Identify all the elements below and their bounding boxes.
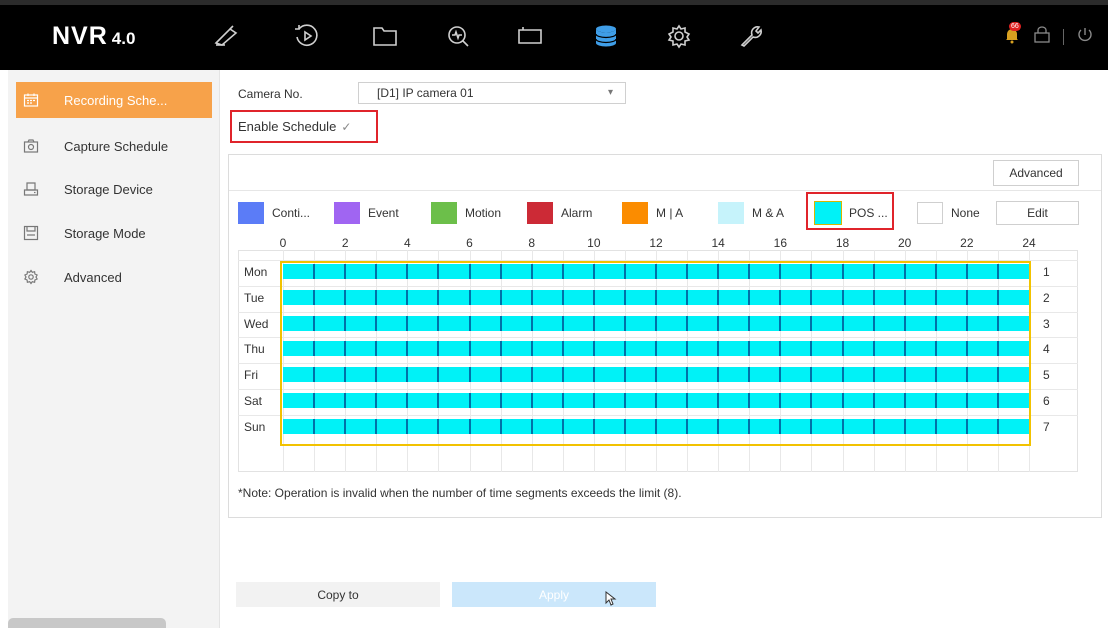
storage-device-icon [22, 180, 40, 198]
camera-no-label: Camera No. [238, 87, 303, 101]
camera-icon [22, 137, 40, 155]
legend-label: M & A [752, 206, 785, 220]
smart-analysis-icon[interactable] [443, 22, 473, 50]
maintenance-icon[interactable] [736, 22, 766, 50]
power-icon[interactable] [1076, 26, 1094, 47]
legend-swatch [431, 202, 457, 224]
sidebar-item-capture-schedule[interactable]: Capture Schedule [16, 128, 212, 164]
brand-logo: NVR 4.0 [52, 22, 136, 50]
legend-m-or-a[interactable]: M | A [622, 200, 683, 226]
legend-none[interactable]: None [917, 200, 980, 226]
sidebar-item-storage-mode[interactable]: Storage Mode [16, 215, 212, 251]
notification-icon[interactable]: 66 [1003, 22, 1021, 47]
hour-label: 12 [649, 236, 663, 250]
hour-label: 24 [1022, 236, 1036, 250]
sidebar-item-label: Recording Sche... [64, 92, 168, 108]
legend-swatch [334, 202, 360, 224]
gear-icon [22, 268, 40, 286]
day-copy-index[interactable]: 4 [1043, 342, 1050, 356]
legend-label: None [951, 206, 980, 220]
sidebar-item-recording-schedule[interactable]: Recording Sche... [16, 82, 212, 118]
day-copy-index[interactable]: 6 [1043, 394, 1050, 408]
hour-label: 6 [466, 236, 473, 250]
hour-label: 10 [587, 236, 601, 250]
legend-m-and-a[interactable]: M & A [718, 200, 784, 226]
day-copy-index[interactable]: 3 [1043, 317, 1050, 331]
day-label: Thu [244, 342, 265, 356]
sidebar-item-label: Capture Schedule [64, 138, 169, 154]
top-navigation-bar: NVR 4.0 66 [0, 0, 1108, 70]
apply-button[interactable]: Apply [452, 582, 656, 607]
divider [1063, 28, 1064, 45]
chevron-down-icon: ▾ [607, 87, 613, 98]
legend-swatch [238, 202, 264, 224]
sidebar: Recording Sche... Capture Schedule Stora… [8, 70, 220, 628]
day-copy-index[interactable]: 7 [1043, 420, 1050, 434]
hour-label: 2 [341, 236, 349, 250]
pos-highlight-frame [806, 192, 894, 230]
top-right-controls: 66 [1003, 22, 1094, 47]
live-view-icon[interactable] [212, 22, 242, 50]
day-copy-index[interactable]: 2 [1043, 291, 1050, 305]
playback-icon[interactable] [292, 22, 322, 50]
legend-label: M | A [656, 206, 684, 220]
enable-schedule-toggle[interactable]: Enable Schedule ✓ [230, 110, 378, 143]
hour-label: 20 [897, 236, 912, 250]
day-label: Mon [244, 265, 268, 279]
legend-swatch [527, 202, 553, 224]
mouse-cursor-icon [605, 591, 617, 606]
notification-badge: 66 [1009, 22, 1021, 31]
calendar-icon [22, 91, 40, 109]
day-label: Tue [244, 291, 265, 305]
hour-label: 22 [960, 236, 974, 250]
legend-motion[interactable]: Motion [431, 200, 501, 226]
sidebar-item-advanced[interactable]: Advanced [16, 259, 212, 295]
hour-label: 8 [528, 236, 535, 250]
file-icon[interactable] [370, 22, 400, 50]
sidebar-item-storage-device[interactable]: Storage Device [16, 171, 212, 207]
storage-icon[interactable] [591, 22, 621, 50]
day-copy-index[interactable]: 5 [1043, 368, 1050, 382]
edit-button[interactable]: Edit [996, 201, 1079, 225]
hour-label: 16 [773, 236, 787, 250]
legend-swatch [718, 202, 744, 224]
top-edge [0, 0, 1108, 5]
sidebar-scrollbar[interactable] [8, 618, 166, 628]
display-icon[interactable] [515, 22, 545, 50]
day-label: Sun [244, 420, 266, 434]
legend-continuous[interactable]: Conti... [238, 200, 310, 226]
day-copy-index[interactable]: 1 [1043, 265, 1050, 279]
advanced-button[interactable]: Advanced [993, 160, 1079, 186]
segment-limit-note: *Note: Operation is invalid when the num… [238, 486, 682, 500]
day-label: Fri [244, 368, 258, 382]
settings-icon[interactable] [664, 22, 694, 50]
user-lock-icon[interactable] [1033, 26, 1051, 47]
legend-label: Alarm [561, 206, 593, 220]
hour-label: 18 [835, 236, 850, 250]
disk-icon [22, 224, 40, 242]
camera-select-value: [D1] IP camera 01 [377, 86, 474, 100]
legend-alarm[interactable]: Alarm [527, 200, 592, 226]
day-label: Wed [244, 317, 269, 331]
enable-schedule-label: Enable Schedule [238, 119, 337, 134]
hour-label: 14 [711, 236, 725, 250]
legend-label: Event [368, 206, 399, 220]
legend-label: Motion [465, 206, 502, 220]
sidebar-item-label: Storage Device [64, 181, 153, 197]
divider [229, 190, 1101, 191]
copy-to-button[interactable]: Copy to [236, 582, 440, 607]
legend-swatch [917, 202, 943, 224]
sidebar-item-label: Storage Mode [64, 225, 146, 241]
legend-event[interactable]: Event [334, 200, 399, 226]
day-label: Sat [244, 394, 263, 408]
hour-label: 0 [279, 236, 287, 250]
hour-label: 4 [403, 236, 411, 250]
camera-select[interactable]: [D1] IP camera 01 ▾ [358, 82, 626, 104]
selected-days-frame[interactable] [280, 261, 1031, 446]
legend-label: Conti... [272, 206, 311, 220]
sidebar-item-label: Advanced [64, 269, 122, 285]
checkmark-icon[interactable]: ✓ [341, 120, 351, 134]
legend-swatch [622, 202, 648, 224]
